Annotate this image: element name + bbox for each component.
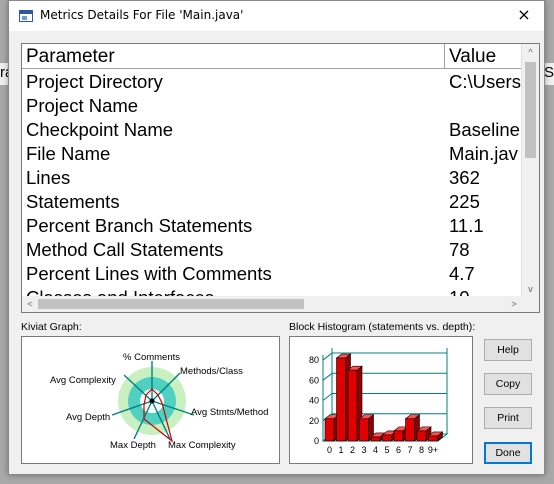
kiviat-graph-label: Kiviat Graph: <box>21 321 82 333</box>
row-value: 362 <box>449 167 480 188</box>
vertical-scrollbar[interactable]: ^ v <box>521 44 539 297</box>
kiviat-label-max-depth: Max Depth <box>110 440 156 451</box>
table-row[interactable]: Project Directory C:\Users <box>22 70 521 94</box>
block-histogram: 0204060800 1 2 3 4 5 6 7 8 9+ <box>309 348 449 455</box>
row-parameter: Project Name <box>26 95 139 116</box>
kiviat-graph-panel: % Comments Methods/Class Avg Stmts/Metho… <box>21 336 280 464</box>
kiviat-center-dot <box>149 398 155 404</box>
histogram-y-tick-label: 20 <box>309 416 319 426</box>
histogram-panel: 0 20 40 60 80 0 1 2 3 4 5 6 7 8 9+ <box>289 336 473 464</box>
histogram-x-tick-label: 8 <box>419 445 424 455</box>
histogram-x-tick-label: 6 <box>396 445 401 455</box>
kiviat-label-max-complexity: Max Complexity <box>168 440 236 451</box>
scroll-left-arrow-icon[interactable]: < <box>22 296 38 312</box>
scrollbar-corner <box>521 296 539 312</box>
kiviat-label-avg-depth: Avg Depth <box>66 412 111 423</box>
table-row[interactable]: Project Name <box>22 94 521 118</box>
row-value: Main.jav <box>449 143 518 164</box>
histogram-x-tick-label: 4 <box>373 445 378 455</box>
row-value: 225 <box>449 191 480 212</box>
row-parameter: Statements <box>26 191 120 212</box>
row-value: Baseline <box>449 119 520 140</box>
column-header-value[interactable]: Value <box>445 44 522 69</box>
help-button[interactable]: Help <box>484 339 532 361</box>
kiviat-label-comments: % Comments <box>123 352 181 363</box>
row-value: C:\Users <box>449 71 521 92</box>
grid-rows: Project Directory C:\Users Project Name C… <box>22 70 521 298</box>
row-parameter: Lines <box>26 167 71 188</box>
histogram-grid-diagonal <box>322 393 333 401</box>
scroll-right-arrow-icon[interactable]: > <box>506 296 522 312</box>
row-value: 4.7 <box>449 263 475 284</box>
close-button[interactable]: × <box>504 1 544 31</box>
kiviat-label-avg-complexity: Avg Complexity <box>50 375 116 386</box>
table-row[interactable]: Checkpoint Name Baseline <box>22 118 521 142</box>
row-parameter: Checkpoint Name <box>26 119 174 140</box>
table-row[interactable]: File Name Main.jav <box>22 142 521 166</box>
row-parameter: Method Call Statements <box>26 239 224 260</box>
table-row[interactable]: Percent Lines with Comments 4.7 <box>22 262 521 286</box>
histogram-y-tick-label: 60 <box>309 375 319 385</box>
histogram-x-tick-label: 3 <box>361 445 366 455</box>
dialog-title: Metrics Details For File 'Main.java' <box>40 8 244 22</box>
horizontal-scrollbar[interactable]: < > <box>22 296 522 312</box>
histogram-grid-diagonal <box>322 352 333 361</box>
kiviat-label-avg-stmts: Avg Stmts/Method <box>191 407 269 418</box>
horizontal-scroll-thumb[interactable] <box>38 299 304 309</box>
title-bar[interactable]: Metrics Details For File 'Main.java' × <box>9 1 544 31</box>
histogram-y-tick-label: 80 <box>309 355 319 365</box>
histogram-x-tick-label: 5 <box>384 445 389 455</box>
histogram-x-tick-label: 1 <box>338 445 343 455</box>
table-row[interactable]: Statements 225 <box>22 190 521 214</box>
row-parameter: Project Directory <box>26 71 163 92</box>
histogram-grid-diagonal <box>322 372 333 381</box>
kiviat-label-methods-class: Methods/Class <box>180 366 243 377</box>
row-parameter: File Name <box>26 143 111 164</box>
window-icon <box>19 10 33 22</box>
row-value: 78 <box>449 239 470 260</box>
table-row[interactable]: Percent Branch Statements 11.1 <box>22 214 521 238</box>
column-header-parameter[interactable]: Parameter <box>22 44 445 69</box>
histogram-x-tick-label: 0 <box>327 445 332 455</box>
histogram-x-tick-label: 2 <box>350 445 355 455</box>
scroll-down-arrow-icon[interactable]: v <box>522 281 539 297</box>
row-parameter: Percent Lines with Comments <box>26 263 272 284</box>
scroll-up-arrow-icon[interactable]: ^ <box>522 44 539 60</box>
histogram-y-tick-label: 40 <box>309 396 319 406</box>
table-row[interactable]: Method Call Statements 78 <box>22 238 521 262</box>
row-parameter: Percent Branch Statements <box>26 215 253 236</box>
done-button[interactable]: Done <box>484 442 532 464</box>
histogram-label: Block Histogram (statements vs. depth): <box>289 321 476 333</box>
print-button[interactable]: Print <box>484 407 532 429</box>
table-row[interactable]: Lines 362 <box>22 166 521 190</box>
metrics-grid[interactable]: Parameter Value Project Directory C:\User… <box>21 43 540 313</box>
vertical-scroll-thumb[interactable] <box>525 62 536 158</box>
background-text-right: S <box>544 64 554 81</box>
histogram-x-tick-label: 7 <box>407 445 412 455</box>
histogram-x-tick-label: 9+ <box>428 445 438 455</box>
histogram-y-tick-label: 0 <box>314 436 319 446</box>
copy-button[interactable]: Copy <box>484 373 532 395</box>
row-value: 11.1 <box>449 215 484 236</box>
metrics-details-dialog: Metrics Details For File 'Main.java' × P… <box>8 0 545 475</box>
